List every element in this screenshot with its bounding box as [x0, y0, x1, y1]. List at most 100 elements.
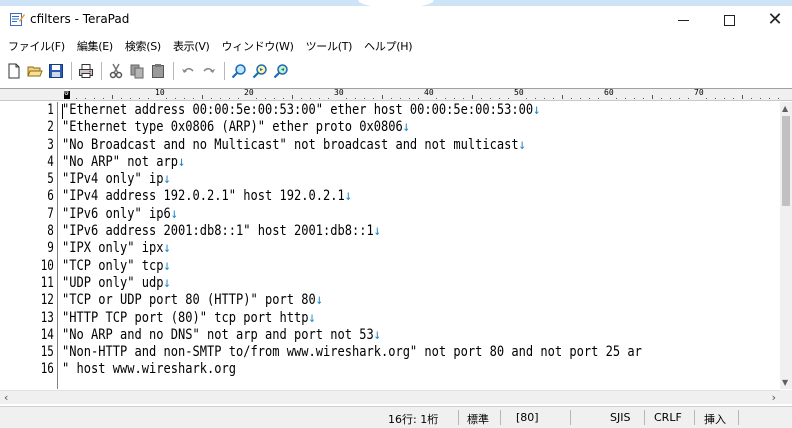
terapad-window: cfilters - TeraPad ✕ ファイル(F) 編集(E) 検索(S)… [0, 6, 792, 428]
menu-window[interactable]: ウィンドウ(W) [222, 38, 294, 54]
minimize-icon [677, 19, 689, 21]
eol-marker: ↓ [402, 119, 410, 136]
scrollbar-corner [780, 390, 792, 404]
line-number: 3 [47, 136, 54, 153]
menu-view[interactable]: 表示(V) [173, 38, 210, 54]
print-icon [79, 64, 93, 78]
terapad-app-icon [10, 13, 25, 26]
line-number: 5 [47, 171, 54, 188]
ruler-mark-10: 10 [155, 88, 165, 97]
editor-line-text: "IPv6 address 2001:db8::1" host 2001:db8… [62, 223, 374, 240]
editor-line-text: "IPv4 only" ip [62, 171, 164, 188]
editor-line-text: "Ethernet type 0x0806 (ARP)" ether proto… [62, 119, 403, 136]
new-file-button[interactable] [4, 61, 24, 81]
paste-icon [152, 64, 164, 78]
print-button[interactable] [76, 61, 96, 81]
editor-line-text: " host www.wireshark.org [62, 361, 236, 378]
minimize-button[interactable] [660, 6, 706, 34]
status-divider [694, 410, 695, 425]
editor-line-text: "IPv6 only" ip6 [62, 205, 171, 222]
status-divider [570, 410, 571, 425]
line-number: 14 [40, 326, 54, 343]
eol-marker: ↓ [163, 171, 171, 188]
horizontal-scrollbar[interactable]: ‹ › [0, 390, 780, 404]
new-file-icon [8, 63, 20, 79]
line-number: 16 [40, 361, 54, 378]
editor-line: "No ARP and no DNS" not arp and port not… [62, 327, 679, 344]
editor-line-text: "No ARP and no DNS" not arp and port not… [62, 326, 374, 343]
line-number: 4 [47, 153, 54, 170]
find-button[interactable] [229, 61, 249, 81]
editor-line: "IPv6 only" ip6↓ [62, 206, 679, 223]
menu-help[interactable]: ヘルプ(H) [364, 38, 412, 54]
ruler-mark-60: 60 [604, 88, 614, 97]
editor-line: "IPv4 address 192.0.2.1" host 192.0.2.1↓ [62, 188, 679, 205]
maximize-icon [723, 14, 735, 26]
editor-line-text: "Non-HTTP and non-SMTP to/from www.wires… [62, 344, 642, 361]
editor-line: "TCP only" tcp↓ [62, 258, 679, 275]
eol-marker: ↓ [315, 292, 323, 309]
toolbar-separator [71, 62, 72, 80]
editor-line: "UDP only" udp↓ [62, 275, 679, 292]
undo-icon [182, 67, 194, 73]
scroll-right-icon[interactable]: › [772, 391, 776, 404]
line-number: 9 [47, 240, 54, 257]
menu-tools[interactable]: ツール(T) [306, 38, 353, 54]
line-number: 6 [47, 188, 54, 205]
editor-line-text: "Ethernet address 00:00:5e:00:53:00" eth… [62, 102, 534, 118]
line-number: 1 [47, 102, 54, 118]
find-icon [231, 64, 246, 79]
status-bar: 16行: 1桁 標準 [80] SJIS CRLF 挿入 [0, 406, 792, 428]
status-encoding: SJIS [610, 411, 631, 424]
maximize-button[interactable] [706, 6, 752, 34]
find-prev-button[interactable] [271, 61, 291, 81]
redo-button[interactable] [199, 61, 219, 81]
menu-edit[interactable]: 編集(E) [77, 38, 113, 54]
scroll-up-icon[interactable]: ▲ [782, 104, 788, 113]
cut-button[interactable] [106, 61, 126, 81]
eol-marker: ↓ [163, 257, 171, 274]
menu-bar: ファイル(F) 編集(E) 検索(S) 表示(V) ウィンドウ(W) ツール(T… [0, 36, 792, 56]
find-prev-icon [273, 64, 288, 79]
status-divider [644, 410, 645, 425]
copy-icon [130, 64, 144, 79]
eol-marker: ↓ [373, 223, 381, 240]
redo-icon [203, 67, 215, 73]
line-number: 7 [47, 205, 54, 222]
vertical-scrollbar[interactable]: ▲ ▼ [780, 102, 792, 389]
eol-marker: ↓ [373, 326, 381, 343]
editor-line-text: "TCP only" tcp [62, 257, 164, 274]
editor-line: "IPv4 only" ip↓ [62, 171, 679, 188]
close-button[interactable]: ✕ [752, 6, 792, 34]
toolbar-separator [101, 62, 102, 80]
editor-line-text: "IPX only" ipx [62, 240, 164, 257]
eol-marker: ↓ [163, 274, 171, 291]
eol-marker: ↓ [533, 102, 541, 118]
save-button[interactable] [46, 61, 66, 81]
line-number: 8 [47, 223, 54, 240]
line-number: 2 [47, 119, 54, 136]
open-button[interactable] [25, 61, 45, 81]
menu-search[interactable]: 検索(S) [125, 38, 161, 54]
find-next-button[interactable] [250, 61, 270, 81]
status-divider [500, 410, 501, 425]
status-divider [738, 410, 739, 425]
vertical-scroll-thumb[interactable] [782, 116, 790, 206]
status-insert-mode: 挿入 [704, 413, 726, 426]
editor-line-text: "TCP or UDP port 80 (HTTP)" port 80 [62, 292, 316, 309]
undo-button[interactable] [178, 61, 198, 81]
scroll-left-icon[interactable]: ‹ [4, 391, 8, 404]
editor-line-text: "IPv4 address 192.0.2.1" host 192.0.2.1 [62, 188, 345, 205]
menu-file[interactable]: ファイル(F) [8, 38, 65, 54]
copy-button[interactable] [127, 61, 147, 81]
line-number-gutter: 1 2 3 4 5 6 7 8 9 10 11 12 13 14 15 16 [0, 102, 58, 389]
ruler-ticks [76, 95, 779, 99]
ruler-mark-70: 70 [694, 88, 704, 97]
status-divider [458, 410, 459, 425]
text-editor[interactable]: "Ethernet address 00:00:5e:00:53:00" eth… [62, 102, 780, 389]
eol-marker: ↓ [308, 309, 316, 326]
scroll-down-icon[interactable]: ▼ [782, 378, 788, 387]
paste-button[interactable] [148, 61, 168, 81]
editor-line: "Ethernet type 0x0806 (ARP)" ether proto… [62, 119, 679, 136]
editor-line-text: "HTTP TCP port (80)" tcp port http [62, 309, 309, 326]
